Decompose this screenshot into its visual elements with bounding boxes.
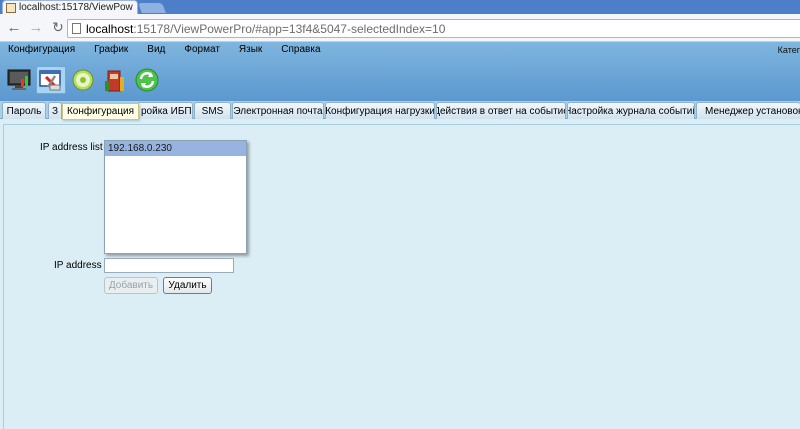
tab-hidden[interactable]: З (48, 102, 62, 119)
monitor-icon (7, 69, 31, 90)
refresh-button[interactable] (132, 66, 162, 94)
menu-language[interactable]: Язык (237, 44, 264, 58)
refresh-icon (135, 68, 159, 92)
menu-help[interactable]: Справка (279, 44, 322, 58)
list-item[interactable]: 192.168.0.230 (105, 141, 246, 156)
address-path: :15178/ViewPowerPro/#app=13f4&5047-selec… (133, 21, 446, 36)
browser-toolbar: ← → ↻ localhost:15178/ViewPowerPro/#app=… (0, 14, 800, 42)
ip-address-input[interactable] (104, 258, 234, 273)
category-label: Катег (777, 45, 800, 55)
forward-arrow-icon[interactable]: → (28, 19, 44, 36)
app-header: Конфигурация График Вид Формат Язык Спра… (0, 42, 800, 101)
menu-view[interactable]: Вид (145, 44, 167, 58)
ip-address-list[interactable]: 192.168.0.230 (104, 140, 247, 254)
page-icon (72, 23, 81, 34)
menu-format[interactable]: Формат (182, 44, 222, 58)
menu-graph[interactable]: График (92, 44, 130, 58)
delete-button[interactable]: Удалить (163, 277, 212, 294)
disc-icon (72, 69, 94, 91)
icon-toolbar (4, 66, 164, 94)
configuration-tooltip: Конфигурация (62, 103, 139, 120)
menu-bar: Конфигурация График Вид Формат Язык Спра… (6, 44, 338, 58)
add-button[interactable]: Добавить (104, 277, 158, 294)
tab-email[interactable]: Электронная почта (232, 102, 324, 119)
tab-load-configuration[interactable]: Конфигурация нагрузки (325, 102, 435, 119)
ip-list-label: IP address list (40, 142, 103, 153)
disc-button[interactable] (68, 66, 98, 94)
tab-password[interactable]: Пароль (2, 102, 46, 119)
address-host: localhost (86, 21, 134, 36)
new-tab-button[interactable] (138, 3, 166, 13)
address-url: localhost:15178/ViewPowerPro/#app=13f4&5… (86, 22, 445, 36)
browser-tab-title: localhost:15178/ViewPow (19, 2, 133, 13)
configuration-button[interactable] (36, 66, 66, 94)
page-favicon-icon (6, 2, 16, 13)
address-bar[interactable]: localhost:15178/ViewPowerPro/#app=13f4&5… (67, 19, 800, 38)
config-tools-icon (39, 70, 61, 91)
menu-configuration[interactable]: Конфигурация (6, 44, 77, 58)
browser-tabstrip: localhost:15178/ViewPow (0, 0, 800, 14)
monitor-button[interactable] (4, 66, 34, 94)
back-arrow-icon[interactable]: ← (6, 19, 22, 36)
tab-ups-settings[interactable]: ройка ИБП (137, 102, 193, 119)
reload-icon[interactable]: ↻ (50, 19, 66, 36)
tab-event-actions[interactable]: Действия в ответ на событие (436, 102, 566, 119)
ups-chart-button[interactable] (100, 66, 130, 94)
ups-chart-icon (105, 70, 124, 92)
ip-address-label: IP address (54, 260, 102, 271)
tab-installation-manager[interactable]: Менеджер установок EM (696, 102, 800, 119)
tab-sms[interactable]: SMS (194, 102, 231, 119)
browser-tab[interactable]: localhost:15178/ViewPow (2, 0, 138, 14)
tab-event-log-settings[interactable]: Настройка журнала событий (567, 102, 695, 119)
